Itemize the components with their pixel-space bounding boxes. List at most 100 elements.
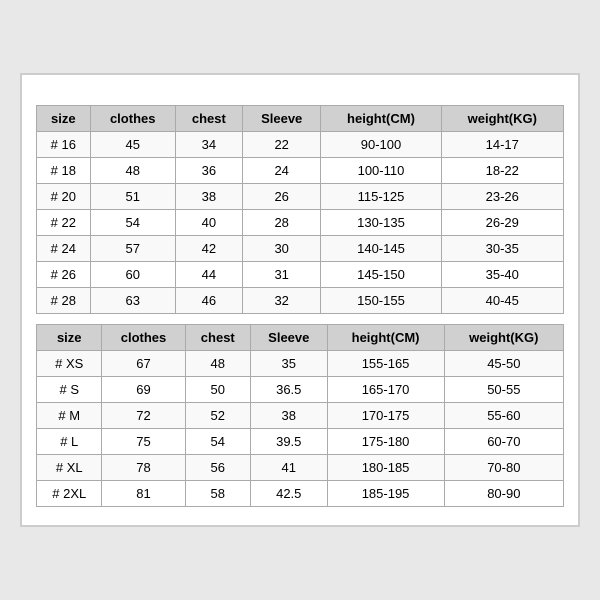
table-cell: 18-22 <box>441 158 563 184</box>
table-cell: 78 <box>102 455 185 481</box>
table-cell: 42.5 <box>251 481 327 507</box>
table-cell: 60-70 <box>444 429 563 455</box>
table-cell: 45 <box>90 132 175 158</box>
table-cell: 63 <box>90 288 175 314</box>
table-cell: 23-26 <box>441 184 563 210</box>
column-header: Sleeve <box>242 106 320 132</box>
table-cell: 180-185 <box>327 455 444 481</box>
table-cell: 54 <box>90 210 175 236</box>
table-cell: 26 <box>242 184 320 210</box>
table-cell: 140-145 <box>321 236 441 262</box>
table-cell: 50 <box>185 377 250 403</box>
table-cell: # XS <box>37 351 102 377</box>
table-row: # XS674835155-16545-50 <box>37 351 564 377</box>
table-cell: 155-165 <box>327 351 444 377</box>
table-row: # XL785641180-18570-80 <box>37 455 564 481</box>
table-cell: 51 <box>90 184 175 210</box>
column-header: height(CM) <box>321 106 441 132</box>
table-cell: 48 <box>185 351 250 377</box>
table-cell: 72 <box>102 403 185 429</box>
table-cell: 170-175 <box>327 403 444 429</box>
table-cell: # M <box>37 403 102 429</box>
table-cell: 34 <box>175 132 242 158</box>
table-cell: 70-80 <box>444 455 563 481</box>
table-row: # 26604431145-15035-40 <box>37 262 564 288</box>
table-cell: 145-150 <box>321 262 441 288</box>
table-row: # 2XL815842.5185-19580-90 <box>37 481 564 507</box>
table-cell: 38 <box>251 403 327 429</box>
table-cell: 130-135 <box>321 210 441 236</box>
table-cell: # 26 <box>37 262 91 288</box>
column-header: clothes <box>102 325 185 351</box>
table-cell: # 28 <box>37 288 91 314</box>
table-cell: 150-155 <box>321 288 441 314</box>
table-cell: 57 <box>90 236 175 262</box>
table-row: # 22544028130-13526-29 <box>37 210 564 236</box>
column-header: size <box>37 325 102 351</box>
table-cell: 40 <box>175 210 242 236</box>
size-table-1: sizeclotheschestSleeveheight(CM)weight(K… <box>36 105 564 314</box>
table-cell: 81 <box>102 481 185 507</box>
table-row: # 24574230140-14530-35 <box>37 236 564 262</box>
table-cell: 55-60 <box>444 403 563 429</box>
table-cell: 24 <box>242 158 320 184</box>
column-header: clothes <box>90 106 175 132</box>
size-table-2: sizeclotheschestSleeveheight(CM)weight(K… <box>36 324 564 507</box>
column-header: Sleeve <box>251 325 327 351</box>
section-divider <box>36 314 564 324</box>
table-cell: 36 <box>175 158 242 184</box>
table-cell: 28 <box>242 210 320 236</box>
column-header: weight(KG) <box>444 325 563 351</box>
table-cell: 100-110 <box>321 158 441 184</box>
table-cell: 14-17 <box>441 132 563 158</box>
table-cell: 41 <box>251 455 327 481</box>
column-header: size <box>37 106 91 132</box>
table-cell: 52 <box>185 403 250 429</box>
table-cell: 54 <box>185 429 250 455</box>
table-cell: # 18 <box>37 158 91 184</box>
table-cell: 35-40 <box>441 262 563 288</box>
table-cell: 45-50 <box>444 351 563 377</box>
column-header: chest <box>185 325 250 351</box>
table-cell: # 2XL <box>37 481 102 507</box>
table-cell: 165-170 <box>327 377 444 403</box>
column-header: chest <box>175 106 242 132</box>
table-row: # M725238170-17555-60 <box>37 403 564 429</box>
table-cell: 46 <box>175 288 242 314</box>
column-header: height(CM) <box>327 325 444 351</box>
table-cell: 185-195 <box>327 481 444 507</box>
table-cell: 58 <box>185 481 250 507</box>
size-chart-card: sizeclotheschestSleeveheight(CM)weight(K… <box>20 73 580 527</box>
table-cell: # 20 <box>37 184 91 210</box>
table-cell: 30 <box>242 236 320 262</box>
table-cell: 31 <box>242 262 320 288</box>
table-row: # 1645342290-10014-17 <box>37 132 564 158</box>
table-cell: 30-35 <box>441 236 563 262</box>
table-row: # 18483624100-11018-22 <box>37 158 564 184</box>
table-row: # L755439.5175-18060-70 <box>37 429 564 455</box>
table-cell: 36.5 <box>251 377 327 403</box>
table-cell: 115-125 <box>321 184 441 210</box>
table-cell: 90-100 <box>321 132 441 158</box>
table-cell: 22 <box>242 132 320 158</box>
table-cell: 35 <box>251 351 327 377</box>
table-cell: 60 <box>90 262 175 288</box>
table-cell: # 22 <box>37 210 91 236</box>
table-cell: 38 <box>175 184 242 210</box>
column-header: weight(KG) <box>441 106 563 132</box>
table-cell: 67 <box>102 351 185 377</box>
table-cell: # XL <box>37 455 102 481</box>
table-cell: # 24 <box>37 236 91 262</box>
table-cell: 40-45 <box>441 288 563 314</box>
table-cell: 32 <box>242 288 320 314</box>
table-row: # S695036.5165-17050-55 <box>37 377 564 403</box>
table-cell: 80-90 <box>444 481 563 507</box>
table-cell: 175-180 <box>327 429 444 455</box>
table-cell: 69 <box>102 377 185 403</box>
table-cell: 50-55 <box>444 377 563 403</box>
table-cell: 56 <box>185 455 250 481</box>
table-cell: 39.5 <box>251 429 327 455</box>
table-cell: # S <box>37 377 102 403</box>
table-cell: 75 <box>102 429 185 455</box>
table-cell: # L <box>37 429 102 455</box>
